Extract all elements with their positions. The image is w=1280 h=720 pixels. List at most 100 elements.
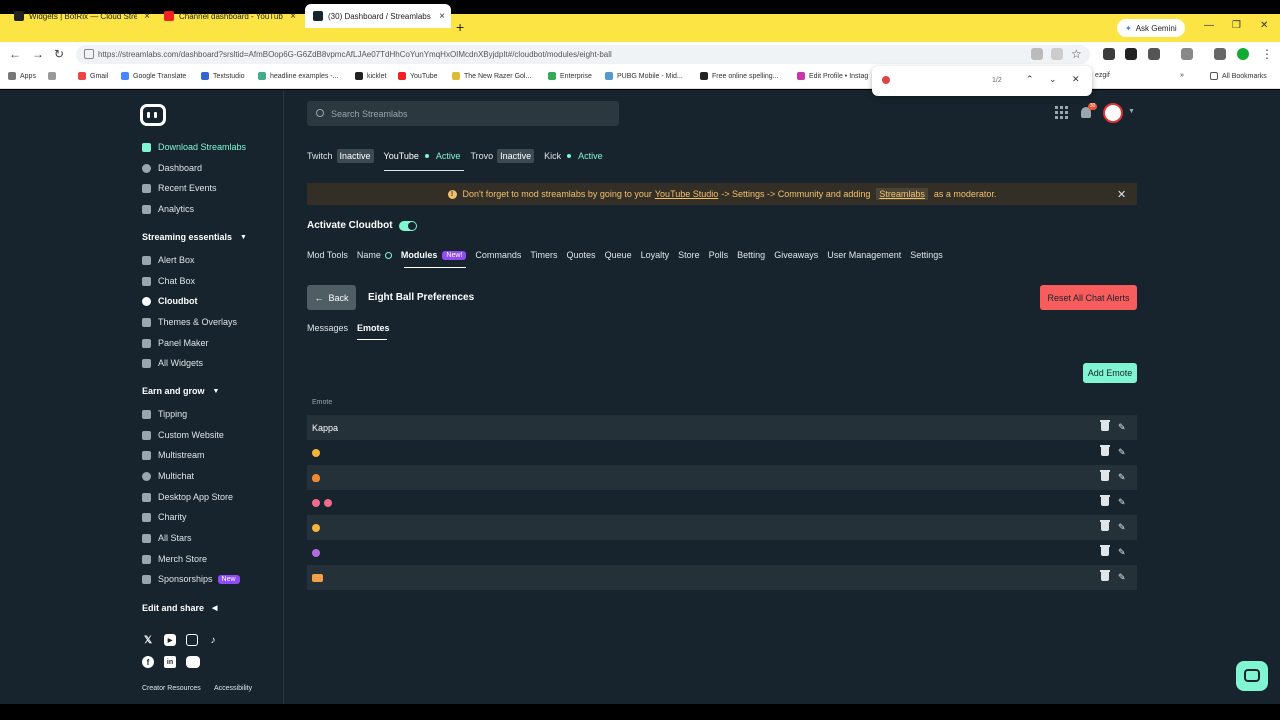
platform-twitch[interactable]: Twitch Inactive <box>307 149 374 163</box>
section-edit-and-share[interactable]: Edit and share ◀ <box>142 603 217 613</box>
edit-pencil-icon[interactable]: ✎ <box>1118 547 1128 557</box>
sidebar-item-all-widgets[interactable]: All Widgets <box>142 356 203 370</box>
tab-user-management[interactable]: User Management <box>827 250 901 260</box>
tab-settings[interactable]: Settings <box>910 250 943 260</box>
reload-icon[interactable]: ↻ <box>54 47 64 61</box>
tab-modules[interactable]: Modules New! <box>401 250 467 260</box>
platform-kick[interactable]: Kick Active <box>544 151 603 161</box>
bookmark-translate[interactable]: Google Translate <box>121 72 186 80</box>
extension-icon[interactable] <box>1125 48 1137 60</box>
linkedin-icon[interactable]: in <box>164 656 176 668</box>
tab-loyalty[interactable]: Loyalty <box>641 250 670 260</box>
tab-mod-tools[interactable]: Mod Tools <box>307 250 348 260</box>
bookmark-apps[interactable]: Apps <box>8 72 36 80</box>
edit-pencil-icon[interactable]: ✎ <box>1118 422 1128 432</box>
eye-off-icon[interactable] <box>1051 48 1063 60</box>
site-info-icon[interactable] <box>84 49 94 59</box>
streamlabs-logo-icon[interactable] <box>140 104 166 126</box>
back-button[interactable]: ← Back <box>307 285 356 310</box>
streamlabs-moderator-chip[interactable]: Streamlabs <box>876 188 928 200</box>
cloudbot-toggle[interactable] <box>398 220 417 231</box>
ask-gemini-button[interactable]: ✦ Ask Gemini <box>1117 19 1185 37</box>
tab-betting[interactable]: Betting <box>737 250 765 260</box>
tab-polls[interactable]: Polls <box>709 250 729 260</box>
bookmark-pubg[interactable]: PUBG Mobile - Mid... <box>605 72 683 80</box>
sidebar-item-download[interactable]: Download Streamlabs <box>142 140 246 154</box>
reset-chat-alerts-button[interactable]: Reset All Chat Alerts <box>1040 285 1137 310</box>
browser-tab-youtube[interactable]: Channel dashboard - YouTube × <box>156 4 302 28</box>
find-query-emoji-icon[interactable] <box>882 76 890 84</box>
sidebar-item-custom-website[interactable]: Custom Website <box>142 428 224 442</box>
creator-resources-link[interactable]: Creator Resources <box>142 685 201 692</box>
all-bookmarks[interactable]: All Bookmarks <box>1210 72 1267 80</box>
sidebar-item-analytics[interactable]: Analytics <box>142 202 194 216</box>
sidebar-item-recent-events[interactable]: Recent Events <box>142 181 217 195</box>
forward-arrow-icon[interactable]: → <box>32 47 44 61</box>
edit-pencil-icon[interactable]: ✎ <box>1118 572 1128 582</box>
facebook-icon[interactable]: f <box>142 656 154 668</box>
sidebar-item-app-store[interactable]: Desktop App Store <box>142 490 233 504</box>
find-next-icon[interactable]: ⌄ <box>1049 74 1057 85</box>
discord-icon[interactable] <box>186 656 200 668</box>
close-tab-icon[interactable]: × <box>439 11 445 22</box>
bookmark-textstudio[interactable]: Textstudio <box>201 72 245 80</box>
tab-timers[interactable]: Timers <box>530 250 557 260</box>
sidebar-item-dashboard[interactable]: Dashboard <box>142 161 202 175</box>
find-close-icon[interactable]: ✕ <box>1072 74 1080 85</box>
tiktok-icon[interactable]: ♪ <box>207 634 219 646</box>
bookmark-youtube[interactable]: YouTube <box>398 72 438 80</box>
menu-dots-icon[interactable]: ⋮ <box>1261 48 1273 60</box>
delete-icon[interactable] <box>1100 495 1110 506</box>
close-window-icon[interactable]: ✕ <box>1260 20 1268 31</box>
close-tab-icon[interactable]: × <box>144 11 150 22</box>
find-previous-icon[interactable]: ⌃ <box>1026 74 1034 85</box>
new-tab-icon[interactable]: + <box>456 19 464 35</box>
browser-tab-botrix[interactable]: Widgets | BotRix — Cloud Strea × <box>6 4 156 28</box>
tab-giveaways[interactable]: Giveaways <box>774 250 818 260</box>
bookmark-star-icon[interactable]: ☆ <box>1071 48 1083 60</box>
delete-icon[interactable] <box>1100 470 1110 481</box>
sidebar-item-chat-box[interactable]: Chat Box <box>142 274 195 288</box>
tab-store[interactable]: Store <box>678 250 700 260</box>
tab-name[interactable]: Name <box>357 250 392 260</box>
bookmark-spelling[interactable]: Free online spelling... <box>700 72 779 80</box>
browser-tab-streamlabs[interactable]: (30) Dashboard / Streamlabs × <box>305 4 451 28</box>
minimize-icon[interactable]: — <box>1204 20 1214 31</box>
delete-icon[interactable] <box>1100 570 1110 581</box>
platform-youtube[interactable]: YouTube Active <box>384 151 461 161</box>
apps-grid-icon[interactable] <box>1055 106 1068 119</box>
youtube-studio-link[interactable]: YouTube Studio <box>655 189 718 199</box>
bookmark-grid-icon[interactable] <box>48 72 60 80</box>
profile-icon[interactable] <box>1237 48 1249 60</box>
close-tab-icon[interactable]: × <box>290 11 296 22</box>
extensions-puzzle-icon[interactable] <box>1148 48 1160 60</box>
bookmarks-overflow-icon[interactable]: » <box>1180 72 1184 79</box>
bookmark-enterprise[interactable]: Enterprise <box>548 72 592 80</box>
sidebar-item-cloudbot[interactable]: Cloudbot <box>142 294 198 308</box>
sidebar-item-alert-box[interactable]: Alert Box <box>142 253 195 267</box>
bookmark-headline[interactable]: headline examples -... <box>258 72 338 80</box>
x-twitter-icon[interactable]: 𝕏 <box>142 634 154 646</box>
tab-search-icon[interactable] <box>1181 48 1193 60</box>
bookmark-razer[interactable]: The New Razer Gol... <box>452 72 531 80</box>
subtab-messages[interactable]: Messages <box>307 323 348 333</box>
delete-icon[interactable] <box>1100 445 1110 456</box>
section-streaming-essentials[interactable]: Streaming essentials ▼ <box>142 232 247 242</box>
sidebar-item-panel-maker[interactable]: Panel Maker <box>142 336 209 350</box>
bookmark-gmail[interactable]: Gmail <box>78 72 108 80</box>
download-icon[interactable] <box>1214 48 1226 60</box>
sidebar-item-themes[interactable]: Themes & Overlays <box>142 315 237 329</box>
accessibility-link[interactable]: Accessibility <box>214 685 252 692</box>
bookmark-kicklet[interactable]: kicklet <box>355 72 386 80</box>
section-earn-and-grow[interactable]: Earn and grow ▼ <box>142 386 219 396</box>
url-bar[interactable]: https://streamlabs.com/dashboard?srsltid… <box>76 45 1090 64</box>
user-avatar[interactable] <box>1103 103 1123 123</box>
sidebar-item-tipping[interactable]: Tipping <box>142 407 187 421</box>
back-arrow-icon[interactable]: ← <box>9 47 21 61</box>
screen-capture-icon[interactable] <box>1031 48 1043 60</box>
support-chat-button[interactable] <box>1236 661 1268 691</box>
edit-pencil-icon[interactable]: ✎ <box>1118 522 1128 532</box>
sidebar-item-all-stars[interactable]: All Stars <box>142 531 192 545</box>
edit-pencil-icon[interactable]: ✎ <box>1118 472 1128 482</box>
edit-pencil-icon[interactable]: ✎ <box>1118 447 1128 457</box>
